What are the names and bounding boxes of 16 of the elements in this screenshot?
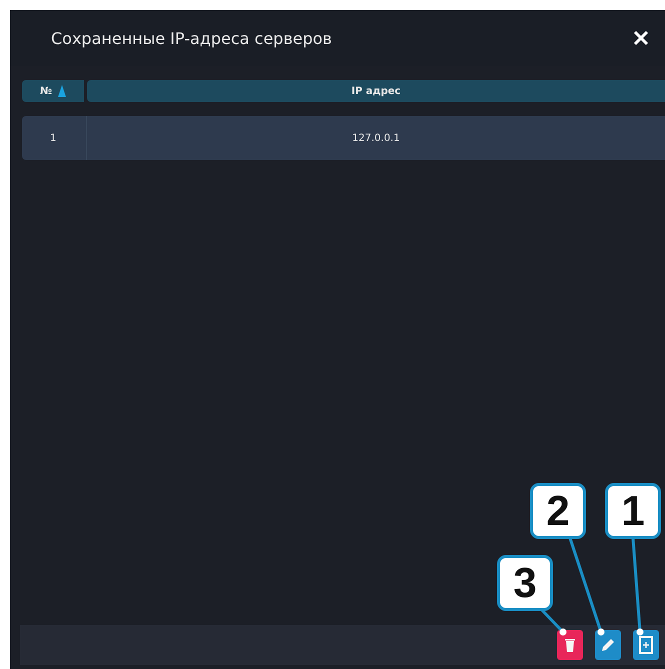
callout-number: 3 <box>497 555 553 611</box>
sort-icon <box>58 85 66 97</box>
table-row[interactable]: 1 127.0.0.1 <box>22 116 665 160</box>
dialog-title: Сохраненные IP-адреса серверов <box>51 28 332 48</box>
edit-button[interactable] <box>595 630 621 660</box>
add-button[interactable] <box>633 630 659 660</box>
callout-number: 1 <box>605 483 661 539</box>
delete-button[interactable] <box>557 630 583 660</box>
close-icon <box>633 30 649 46</box>
close-button[interactable] <box>633 30 649 46</box>
trash-icon <box>564 637 576 653</box>
pencil-icon <box>600 637 616 653</box>
column-header[interactable]: IP адрес <box>87 80 665 102</box>
callout-number: 2 <box>530 483 586 539</box>
add-document-icon <box>639 636 653 654</box>
column-header[interactable]: № <box>22 80 84 102</box>
